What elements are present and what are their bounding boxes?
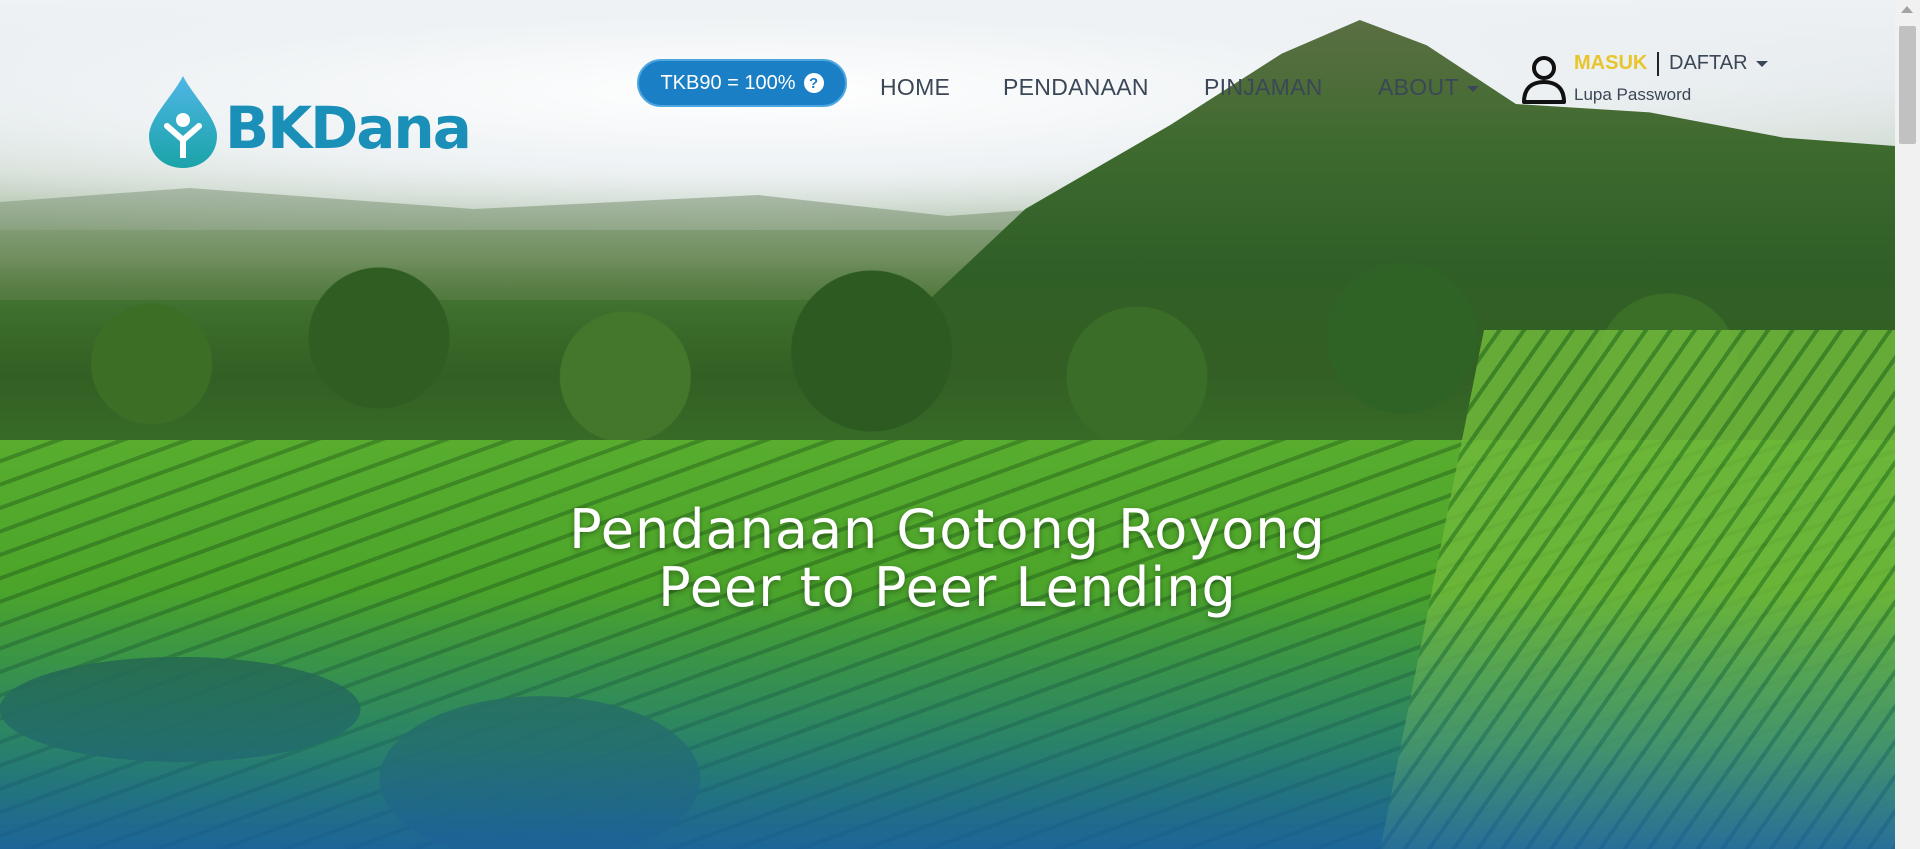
blue-overlay bbox=[0, 589, 1895, 849]
brand-name: BKDana bbox=[225, 94, 472, 162]
tkb90-label: TKB90 = 100% bbox=[660, 71, 796, 94]
user-icon[interactable] bbox=[1520, 54, 1568, 104]
hero-banner: BKDana TKB90 = 100% ? HOME PENDANAAN PIN… bbox=[0, 0, 1895, 849]
chevron-down-icon bbox=[1466, 85, 1479, 92]
tkb90-badge[interactable]: TKB90 = 100% ? bbox=[637, 59, 847, 107]
hero-title-line2: Peer to Peer Lending bbox=[658, 556, 1237, 619]
nav-pinjaman[interactable]: PINJAMAN bbox=[1204, 74, 1323, 101]
nav-about-label: ABOUT bbox=[1378, 74, 1459, 100]
login-link[interactable]: MASUK bbox=[1574, 52, 1647, 75]
brand-logo[interactable]: BKDana bbox=[147, 72, 472, 172]
register-label: DAFTAR bbox=[1669, 52, 1748, 74]
nav-about[interactable]: ABOUT bbox=[1378, 74, 1479, 101]
drop-icon bbox=[149, 76, 217, 168]
register-link[interactable]: DAFTAR bbox=[1669, 52, 1768, 75]
divider bbox=[1657, 52, 1659, 76]
nav-pendanaan[interactable]: PENDANAAN bbox=[1003, 74, 1149, 101]
nav-home[interactable]: HOME bbox=[880, 74, 950, 101]
scroll-up-icon[interactable] bbox=[1901, 6, 1913, 13]
forgot-password-link[interactable]: Lupa Password bbox=[1574, 85, 1691, 105]
chevron-down-icon bbox=[1755, 60, 1768, 67]
help-icon[interactable]: ? bbox=[803, 73, 824, 93]
scrollbar-thumb[interactable] bbox=[1899, 26, 1916, 144]
hero-title-line1: Pendanaan Gotong Royong bbox=[569, 498, 1326, 561]
